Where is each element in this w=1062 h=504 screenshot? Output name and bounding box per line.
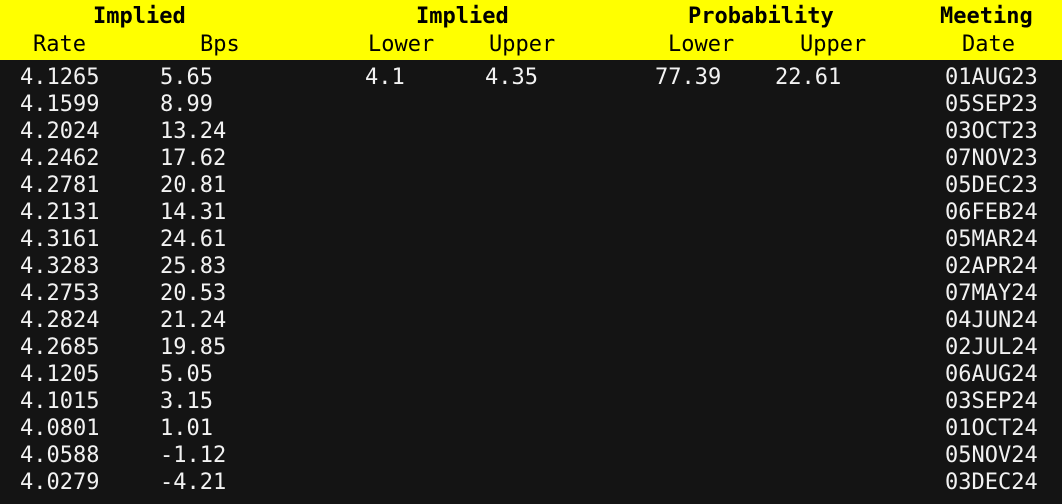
- table-row[interactable]: 4.0588 -1.12 05NOV24: [0, 442, 1062, 469]
- table-row[interactable]: 4.0279 -4.21 03DEC24: [0, 469, 1062, 496]
- cell-meeting-date: 07MAY24: [945, 281, 1038, 306]
- table-row[interactable]: 4.2024 13.24 03OCT23: [0, 118, 1062, 145]
- cell-meeting-date: 03DEC24: [945, 470, 1038, 495]
- column-group-implied-rate: Implied: [93, 4, 186, 29]
- cell-implied-bps: 24.61: [160, 227, 227, 252]
- column-header-probability-upper[interactable]: Upper: [800, 34, 866, 56]
- cell-meeting-date: 05SEP23: [945, 92, 1038, 117]
- cell-implied-rate: 4.3161: [20, 227, 100, 252]
- column-group-meeting: Meeting: [940, 4, 1033, 29]
- cell-implied-bps: 17.62: [160, 146, 227, 171]
- cell-implied-rate: 4.1015: [20, 389, 100, 414]
- rate-probability-table-screen: Implied Implied Probability Meeting Rate…: [0, 0, 1062, 504]
- cell-meeting-date: 02JUL24: [945, 335, 1038, 360]
- cell-implied-bps: 1.01: [160, 416, 213, 441]
- cell-meeting-date: 06AUG24: [945, 362, 1038, 387]
- cell-meeting-date: 05MAR24: [945, 227, 1038, 252]
- cell-implied-bps: 8.99: [160, 92, 213, 117]
- cell-meeting-date: 01AUG23: [945, 65, 1038, 90]
- table-row[interactable]: 4.1015 3.15 03SEP24: [0, 388, 1062, 415]
- cell-implied-upper: 4.35: [485, 65, 538, 90]
- column-header-implied-bps[interactable]: Bps: [200, 34, 240, 56]
- cell-meeting-date: 02APR24: [945, 254, 1038, 279]
- cell-implied-rate: 4.2781: [20, 173, 100, 198]
- cell-implied-bps: 5.65: [160, 65, 213, 90]
- table-row[interactable]: 4.2781 20.81 05DEC23: [0, 172, 1062, 199]
- cell-implied-rate: 4.0801: [20, 416, 100, 441]
- cell-implied-bps: 5.05: [160, 362, 213, 387]
- cell-meeting-date: 03OCT23: [945, 119, 1038, 144]
- column-header-implied-upper[interactable]: Upper: [489, 34, 555, 56]
- cell-implied-lower: 4.1: [365, 65, 405, 90]
- table-row[interactable]: 4.3161 24.61 05MAR24: [0, 226, 1062, 253]
- table-row[interactable]: 4.3283 25.83 02APR24: [0, 253, 1062, 280]
- cell-implied-rate: 4.1205: [20, 362, 100, 387]
- cell-probability-lower: 77.39: [655, 65, 722, 90]
- table-row[interactable]: 4.2462 17.62 07NOV23: [0, 145, 1062, 172]
- cell-implied-rate: 4.2685: [20, 335, 100, 360]
- cell-meeting-date: 03SEP24: [945, 389, 1038, 414]
- column-group-implied-bounds: Implied: [416, 4, 509, 29]
- table-row[interactable]: 4.1265 5.65 4.1 4.35 77.39 22.61 01AUG23: [0, 64, 1062, 91]
- cell-implied-bps: 14.31: [160, 200, 227, 225]
- cell-implied-rate: 4.2824: [20, 308, 100, 333]
- cell-implied-rate: 4.2753: [20, 281, 100, 306]
- column-header-implied-rate[interactable]: Rate: [33, 34, 86, 56]
- cell-meeting-date: 06FEB24: [945, 200, 1038, 225]
- cell-implied-bps: 19.85: [160, 335, 227, 360]
- cell-meeting-date: 04JUN24: [945, 308, 1038, 333]
- table-row[interactable]: 4.2824 21.24 04JUN24: [0, 307, 1062, 334]
- cell-implied-bps: 21.24: [160, 308, 227, 333]
- cell-implied-rate: 4.0588: [20, 443, 100, 468]
- table-row[interactable]: 4.2131 14.31 06FEB24: [0, 199, 1062, 226]
- cell-meeting-date: 01OCT24: [945, 416, 1038, 441]
- cell-meeting-date: 07NOV23: [945, 146, 1038, 171]
- table-row[interactable]: 4.1599 8.99 05SEP23: [0, 91, 1062, 118]
- table-row[interactable]: 4.1205 5.05 06AUG24: [0, 361, 1062, 388]
- cell-implied-bps: 25.83: [160, 254, 227, 279]
- column-header-meeting-date[interactable]: Date: [962, 34, 1015, 56]
- cell-probability-upper: 22.61: [775, 65, 842, 90]
- cell-implied-rate: 4.0279: [20, 470, 100, 495]
- table-row[interactable]: 4.0801 1.01 01OCT24: [0, 415, 1062, 442]
- cell-implied-bps: 20.53: [160, 281, 227, 306]
- cell-implied-bps: -1.12: [160, 443, 227, 468]
- cell-implied-rate: 4.1265: [20, 65, 100, 90]
- table-row[interactable]: 4.2685 19.85 02JUL24: [0, 334, 1062, 361]
- cell-implied-bps: 3.15: [160, 389, 213, 414]
- table-body: 4.1265 5.65 4.1 4.35 77.39 22.61 01AUG23 4.1599…: [0, 60, 1062, 504]
- cell-implied-rate: 4.2462: [20, 146, 100, 171]
- cell-implied-bps: 13.24: [160, 119, 227, 144]
- cell-implied-rate: 4.1599: [20, 92, 100, 117]
- table-row[interactable]: 4.2753 20.53 07MAY24: [0, 280, 1062, 307]
- column-header-implied-lower[interactable]: Lower: [368, 34, 434, 56]
- cell-meeting-date: 05NOV24: [945, 443, 1038, 468]
- cell-implied-rate: 4.2131: [20, 200, 100, 225]
- table-header-band: Implied Implied Probability Meeting Rate…: [0, 0, 1062, 60]
- cell-implied-rate: 4.3283: [20, 254, 100, 279]
- cell-implied-bps: -4.21: [160, 470, 227, 495]
- cell-meeting-date: 05DEC23: [945, 173, 1038, 198]
- column-header-probability-lower[interactable]: Lower: [668, 34, 734, 56]
- column-group-probability: Probability: [688, 4, 834, 29]
- cell-implied-bps: 20.81: [160, 173, 227, 198]
- cell-implied-rate: 4.2024: [20, 119, 100, 144]
